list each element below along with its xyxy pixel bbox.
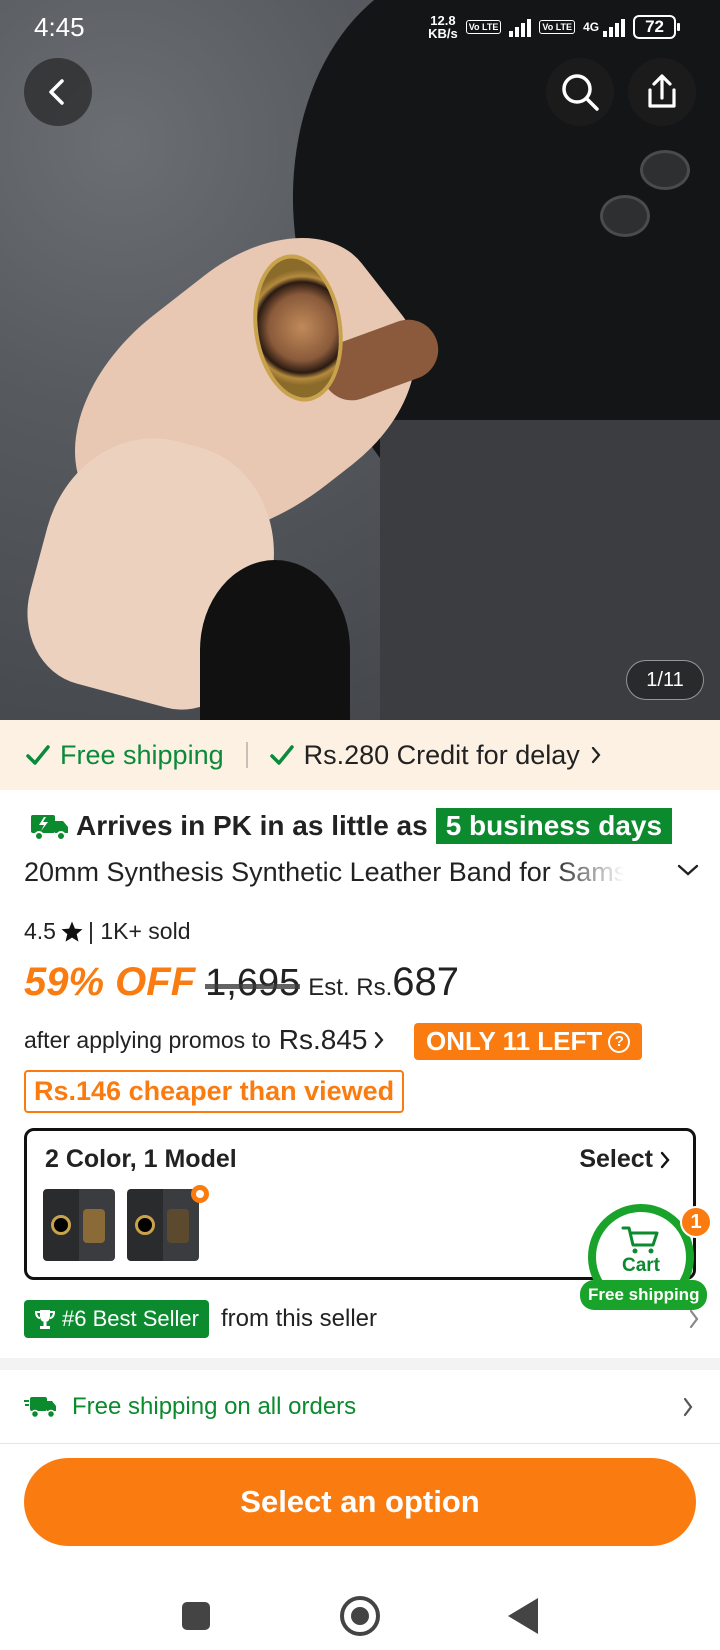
variant-select-link[interactable]: Select: [579, 1145, 671, 1174]
hot-variant-icon: [191, 1185, 209, 1203]
home-button[interactable]: [340, 1596, 380, 1636]
chevron-left-icon: [49, 79, 64, 105]
arrival-text: Arrives in PK in as little as: [76, 810, 428, 841]
cart-count-badge: 1: [680, 1206, 712, 1238]
chevron-right-icon: [375, 1031, 384, 1049]
battery-icon: 72: [633, 15, 680, 39]
discount-label: 59% OFF: [24, 960, 196, 1004]
price-row: 59% OFF 1,695 Est. Rs. 687: [24, 960, 459, 1005]
free-shipping-label: Free shipping: [60, 739, 224, 770]
best-seller-from-text: from this seller: [220, 1305, 378, 1332]
thumb-watch: [51, 1215, 71, 1235]
best-seller-badge: #6 Best Seller: [24, 1300, 209, 1338]
floating-cart[interactable]: Cart 1 Free shipping: [580, 1204, 712, 1310]
status-icons: 12.8 KB/s Vo LTE Vo LTE 4G 72: [428, 14, 680, 40]
thumb-band: [167, 1209, 189, 1243]
check-icon: [26, 745, 50, 765]
delivery-truck-icon: [24, 1396, 56, 1418]
share-icon: [648, 74, 676, 108]
product-title: 20mm Synthesis Synthetic Leather Band fo…: [24, 856, 624, 887]
original-price: 1,695: [205, 962, 301, 1004]
promo-text: after applying promos to: [24, 1026, 271, 1053]
product-image[interactable]: [0, 0, 720, 720]
image-coat-button: [600, 195, 650, 237]
search-icon: [562, 74, 599, 111]
variant-summary: 2 Color, 1 Model: [45, 1145, 237, 1173]
thumb-watch: [135, 1215, 155, 1235]
section-divider: [0, 1358, 720, 1370]
chevron-right-icon: [591, 746, 601, 764]
network-type: 4G: [583, 20, 600, 34]
variant-select-label: Select: [579, 1145, 653, 1173]
volte-icon: Vo LTE: [465, 20, 502, 34]
delivery-truck-icon: [31, 815, 68, 841]
promo-price: Rs.845: [278, 1024, 368, 1055]
recent-apps-button[interactable]: [182, 1602, 210, 1630]
status-time: 4:45: [34, 12, 85, 42]
back-button[interactable]: [24, 58, 92, 126]
chevron-right-icon: [689, 1309, 699, 1329]
chevron-down-icon[interactable]: [676, 862, 700, 878]
best-seller-label: #6 Best Seller: [62, 1306, 199, 1331]
cheaper-badge: Rs.146 cheaper than viewed: [24, 1070, 405, 1113]
search-button[interactable]: [546, 58, 614, 126]
divider: [245, 742, 248, 768]
image-counter: 1/11: [626, 660, 704, 700]
network-speed-unit: KB/s: [428, 26, 458, 41]
check-icon: [269, 745, 294, 765]
arrival-estimate: Arrives in PK in as little as 5 business…: [30, 808, 673, 844]
rating-row[interactable]: 4.5 | 1K+ sold: [24, 918, 191, 945]
free-shipping-all-label: Free shipping on all orders: [72, 1392, 357, 1420]
help-icon: ?: [608, 1030, 631, 1053]
free-shipping-info: Free shipping: [26, 740, 224, 771]
signal-icon: [509, 17, 532, 37]
image-spacer: [600, 196, 601, 197]
delay-credit-info[interactable]: Rs.280 Credit for delay: [269, 739, 602, 771]
network-speed: 12.8 KB/s: [428, 14, 458, 40]
shipping-strip[interactable]: Free shipping Rs.280 Credit for delay: [0, 720, 720, 790]
system-nav-bar: [0, 1560, 720, 1650]
chevron-right-icon: [683, 1397, 693, 1417]
variant-thumbnail[interactable]: [43, 1189, 115, 1261]
back-nav-button[interactable]: [508, 1598, 538, 1634]
share-button[interactable]: [628, 58, 696, 126]
arrival-days-badge: 5 business days: [435, 808, 673, 844]
thumb-band: [83, 1209, 105, 1243]
volte-icon: Vo LTE: [539, 20, 576, 34]
trophy-icon: [34, 1310, 56, 1329]
image-coat-button: [640, 150, 690, 190]
select-option-button[interactable]: Select an option: [24, 1458, 696, 1546]
estimated-price-label: Est. Rs.: [308, 974, 393, 1001]
chevron-right-icon: [660, 1151, 670, 1168]
promo-row[interactable]: after applying promos to Rs.845: [24, 1024, 385, 1056]
cart-icon: [621, 1226, 659, 1254]
cart-label: Cart: [621, 1255, 660, 1276]
battery-level: 72: [645, 17, 664, 36]
estimated-price: 687: [392, 960, 460, 1004]
delay-credit-label: Rs.280 Credit for delay: [303, 739, 580, 770]
free-shipping-all-orders[interactable]: Free shipping on all orders: [0, 1370, 720, 1444]
status-bar: 4:45 12.8 KB/s Vo LTE Vo LTE 4G 72: [0, 0, 720, 54]
signal-icon: [603, 17, 626, 37]
rating-value: 4.5: [24, 918, 56, 944]
product-title-row[interactable]: 20mm Synthesis Synthetic Leather Band fo…: [24, 852, 704, 892]
stock-badge-label: ONLY 11 LEFT: [426, 1026, 603, 1056]
star-icon: [61, 921, 83, 942]
sold-count: | 1K+ sold: [87, 918, 191, 944]
best-seller-row[interactable]: #6 Best Seller from this seller: [24, 1300, 700, 1338]
variant-thumbnail[interactable]: [127, 1189, 199, 1261]
stock-badge[interactable]: ONLY 11 LEFT ?: [414, 1023, 643, 1060]
